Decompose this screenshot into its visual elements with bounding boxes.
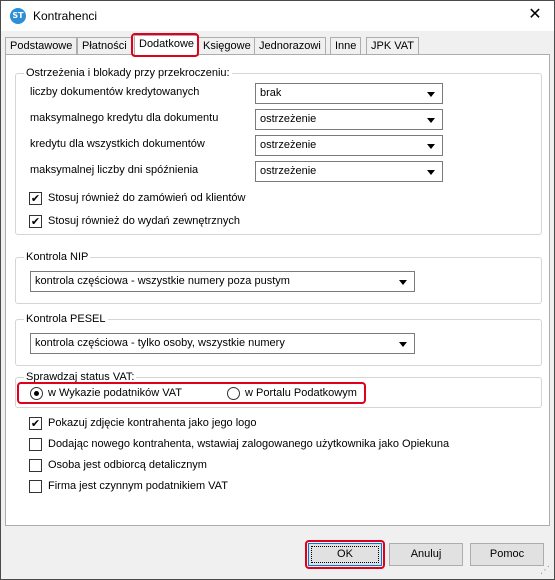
orders-checkbox-label[interactable]: Stosuj również do zamówień od klientów [48,192,246,204]
show-photo-label[interactable]: Pokazuj zdjęcie kontrahenta jako jego lo… [48,417,257,429]
ok-button-highlight [305,540,385,569]
credit-docs-value: brak [260,87,282,99]
chevron-down-icon [399,342,407,347]
title-bar[interactable]: ST Kontrahenci ✕ [1,1,554,31]
cancel-button[interactable]: Anuluj [389,543,463,566]
tab-platnosci[interactable]: Płatności [77,37,132,55]
show-photo-checkbox[interactable]: ✔ [29,417,42,430]
warnings-group: Ostrzeżenia i blokady przy przekroczeniu… [15,66,542,235]
tab-jednorazowi[interactable]: Jednorazowi [254,37,326,55]
resize-grip-icon[interactable]: ⋰ [540,565,552,577]
warning-label-all-docs-credit: kredytu dla wszystkich dokumentów [30,138,205,150]
external-issues-checkbox-label[interactable]: Stosuj również do wydań zewnętrznych [48,215,240,227]
tab-inne[interactable]: Inne [330,37,362,55]
chevron-down-icon [427,92,435,97]
tab-jpk-vat[interactable]: JPK VAT [366,37,419,55]
vat-status-highlight [17,382,366,404]
tab-content-panel: Ostrzeżenia i blokady przy przekroczeniu… [5,54,550,526]
assign-caretaker-checkbox[interactable] [29,438,42,451]
credit-docs-select[interactable]: brak [255,83,443,104]
help-button-label: Pomoc [489,548,525,560]
chevron-down-icon [427,118,435,123]
tab-podstawowe[interactable]: Podstawowe [5,37,78,55]
dialog-window: ST Kontrahenci ✕ Podstawowe Płatności Do… [0,0,555,580]
active-vat-payer-label[interactable]: Firma jest czynnym podatnikiem VAT [48,480,228,492]
nip-control-value: kontrola częściowa - wszystkie numery po… [35,275,290,287]
chevron-down-icon [399,280,407,285]
pesel-control-select[interactable]: kontrola częściowa - tylko osoby, wszyst… [30,333,415,354]
max-late-days-value: ostrzeżenie [260,165,317,177]
pesel-control-value: kontrola częściowa - tylko osoby, wszyst… [35,337,285,349]
max-credit-value: ostrzeżenie [260,113,317,125]
nip-control-select[interactable]: kontrola częściowa - wszystkie numery po… [30,271,415,292]
tab-ksiegowe[interactable]: Księgowe [198,37,256,55]
retail-customer-label[interactable]: Osoba jest odbiorcą detalicznym [48,459,207,471]
pesel-group: Kontrola PESEL kontrola częściowa - tylk… [15,312,542,366]
app-logo-icon: ST [10,8,26,24]
window-title: Kontrahenci [33,9,98,23]
nip-legend: Kontrola NIP [24,250,91,264]
orders-checkbox[interactable]: ✔ [29,192,42,205]
warning-label-max-credit: maksymalnego kredytu dla dokumentu [30,112,219,124]
cancel-button-label: Anuluj [410,548,442,560]
max-credit-select[interactable]: ostrzeżenie [255,109,443,130]
all-docs-credit-value: ostrzeżenie [260,139,317,151]
external-issues-checkbox[interactable]: ✔ [29,215,42,228]
assign-caretaker-label[interactable]: Dodając nowego kontrahenta, wstawiaj zal… [48,438,449,450]
all-docs-credit-select[interactable]: ostrzeżenie [255,135,443,156]
warning-label-credit-docs: liczby dokumentów kredytowanych [30,86,200,98]
chevron-down-icon [427,144,435,149]
nip-group: Kontrola NIP kontrola częściowa - wszyst… [15,250,542,304]
close-button[interactable]: ✕ [522,4,548,26]
help-button[interactable]: Pomoc [470,543,544,566]
warning-label-max-late-days: maksymalnej liczby dni spóźnienia [30,164,199,176]
chevron-down-icon [427,170,435,175]
max-late-days-select[interactable]: ostrzeżenie [255,161,443,182]
pesel-legend: Kontrola PESEL [24,312,108,326]
tab-dodatkowe-highlight [131,33,199,57]
active-vat-payer-checkbox[interactable] [29,480,42,493]
warnings-legend: Ostrzeżenia i blokady przy przekroczeniu… [24,66,232,80]
retail-customer-checkbox[interactable] [29,459,42,472]
